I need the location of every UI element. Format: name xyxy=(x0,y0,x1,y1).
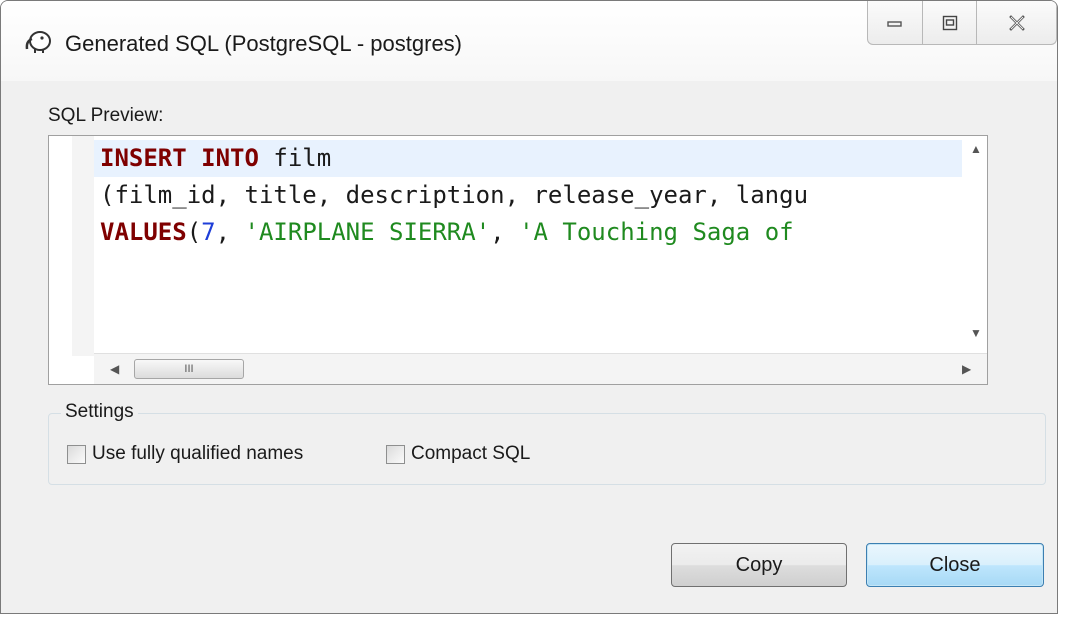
sql-token-str: 'A Touching Saga of xyxy=(519,218,794,246)
window-title: Generated SQL (PostgreSQL - postgres) xyxy=(65,31,462,56)
minimize-icon xyxy=(887,20,902,27)
sql-line: VALUES(7, 'AIRPLANE SIERRA', 'A Touching… xyxy=(94,214,964,251)
fully-qualified-names-box[interactable] xyxy=(67,444,86,464)
compact-sql-box[interactable] xyxy=(386,444,405,464)
minimize-button[interactable] xyxy=(867,1,923,45)
editor-line-gutter xyxy=(72,136,94,356)
sql-code-area[interactable]: INSERT INTO film (film_id, title, descrip… xyxy=(94,136,964,356)
sql-token-plain: , xyxy=(215,218,245,246)
scroll-right-icon[interactable]: ▶ xyxy=(962,362,971,376)
sql-preview-editor[interactable]: INSERT INTO film (film_id, title, descrip… xyxy=(48,135,988,385)
compact-sql-label[interactable]: Compact SQL xyxy=(411,443,530,465)
settings-legend: Settings xyxy=(61,401,138,423)
scroll-up-icon[interactable]: ▲ xyxy=(970,142,982,156)
scroll-left-icon[interactable]: ◀ xyxy=(110,362,119,376)
sql-token-plain: (film_id, title, description, release_ye… xyxy=(100,181,809,209)
maximize-button[interactable] xyxy=(923,1,977,45)
generated-sql-dialog: Generated SQL (PostgreSQL - postgres) SQ… xyxy=(0,0,1058,614)
horizontal-scroll-thumb[interactable]: III xyxy=(134,359,244,379)
window-controls xyxy=(867,1,1057,47)
sql-token-kw: VALUES xyxy=(100,218,187,246)
close-button[interactable]: Close xyxy=(866,543,1044,587)
fully-qualified-names-label[interactable]: Use fully qualified names xyxy=(92,443,303,465)
sql-preview-label: SQL Preview: xyxy=(48,105,164,126)
sql-token-plain: ( xyxy=(186,218,202,246)
compact-sql-checkbox[interactable]: Compact SQL xyxy=(386,441,530,467)
title-bar[interactable]: Generated SQL (PostgreSQL - postgres) xyxy=(1,1,1057,81)
sql-line: (film_id, title, description, release_ye… xyxy=(94,177,964,214)
copy-button[interactable]: Copy xyxy=(671,543,847,587)
editor-gutter xyxy=(49,136,72,356)
sql-token-plain: film xyxy=(258,144,332,172)
sql-token-plain xyxy=(187,144,201,172)
dialog-body: SQL Preview: INSERT INTO film (film_id, t… xyxy=(1,81,1057,613)
fully-qualified-names-checkbox[interactable]: Use fully qualified names xyxy=(67,441,303,467)
scroll-down-icon[interactable]: ▼ xyxy=(970,326,982,340)
close-window-button[interactable] xyxy=(977,1,1057,45)
close-icon xyxy=(1008,14,1025,31)
sql-token-str: 'AIRPLANE SIERRA' xyxy=(244,218,491,246)
horizontal-scrollbar[interactable]: ◀ III ▶ xyxy=(94,353,987,384)
maximize-icon xyxy=(942,15,957,30)
sql-token-num: 7 xyxy=(201,218,216,246)
sql-token-kw: INTO xyxy=(201,144,259,172)
elephant-icon xyxy=(25,31,51,53)
vertical-scrollbar[interactable]: ▲ ▼ xyxy=(962,136,987,356)
sql-token-plain: , xyxy=(490,218,520,246)
sql-line: INSERT INTO film xyxy=(94,140,964,177)
sql-token-kw: INSERT xyxy=(100,144,187,172)
